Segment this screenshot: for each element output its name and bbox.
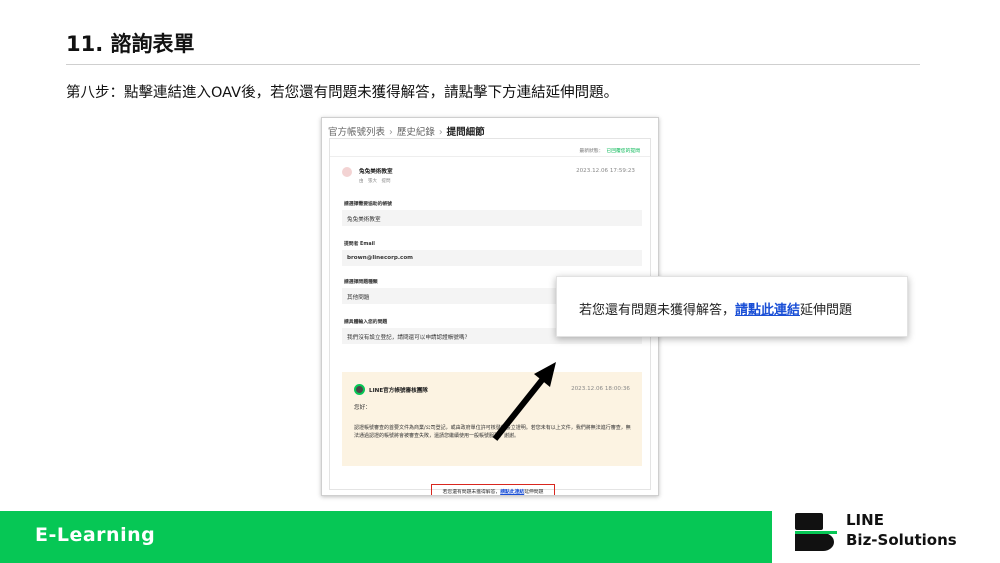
reply-message: LINE官方帳號審核團隊 2023.12.06 18:00:36 您好： 認證帳… [342, 372, 642, 466]
field-value-email: brown@linecorp.com [342, 250, 642, 266]
title-divider [66, 64, 920, 65]
callout-link[interactable]: 請點此連結 [735, 303, 800, 318]
reply-timestamp: 2023.12.06 18:00:36 [571, 386, 630, 392]
sender-meta: 由 張大 提問 [359, 179, 391, 184]
follow-up-link-box: 若您還有問題未獲得解答，請點此連結延伸問題 [431, 484, 555, 495]
breadcrumb-item-current: 提問細節 [446, 127, 485, 138]
breadcrumb: 官方帳號列表 › 歷史紀錄 › 提問細節 [328, 124, 485, 138]
field-label-category: 請選擇問題種類 [344, 280, 378, 285]
breadcrumb-item-accounts[interactable]: 官方帳號列表 [328, 127, 385, 138]
field-label-email: 提問者 Email [344, 242, 375, 247]
brand-name: LINE Biz-Solutions [846, 510, 957, 550]
callout-box: 若您還有問題未獲得解答，請點此連結延伸問題 [556, 276, 908, 337]
reply-greeting: 您好： [354, 405, 371, 411]
line-biz-logo-icon [795, 513, 837, 551]
follow-up-link[interactable]: 請點此連結 [500, 490, 524, 495]
reply-body: 認證帳號審查的首要文件為商業/公司登記，或由政府單位許可核發的設立證明。若您未有… [354, 425, 631, 439]
chevron-right-icon: › [438, 127, 443, 138]
footer-bar: E-Learning [0, 511, 772, 563]
reply-sender-name: LINE官方帳號審核團隊 [369, 388, 428, 394]
step-instruction: 第八步：點擊連結進入OAV後，若您還有問題未獲得解答，請點擊下方連結延伸問題。 [66, 85, 619, 101]
follow-up-suffix: 延伸問題 [524, 490, 544, 495]
status-badge: 已回覆您的提問 [606, 149, 640, 154]
follow-up-prefix: 若您還有問題未獲得解答， [442, 490, 501, 495]
sender-timestamp: 2023.12.06 17:59:23 [576, 168, 635, 174]
sender-name: 兔兔美術教室 [359, 169, 393, 175]
slide-title: 11. 諮詢表單 [66, 32, 195, 56]
callout-prefix: 若您還有問題未獲得解答， [579, 303, 736, 318]
brand-line-2: Biz-Solutions [846, 531, 957, 549]
field-label-account: 請選擇需要協助的帳號 [344, 202, 392, 207]
divider [330, 156, 650, 157]
field-value-account: 兔兔美術教室 [342, 210, 642, 226]
breadcrumb-item-history[interactable]: 歷史紀錄 [397, 127, 435, 138]
brand-line-1: LINE [846, 511, 884, 529]
field-label-question: 請具體輸入您的問題 [344, 320, 388, 325]
status-line: 最新狀態： 已回覆您的提問 [579, 147, 640, 154]
line-logo-icon [354, 384, 365, 395]
chevron-right-icon: › [389, 127, 393, 138]
callout-suffix: 延伸問題 [800, 303, 853, 318]
avatar [342, 167, 352, 177]
footer-label: E-Learning [35, 524, 156, 546]
status-label: 最新狀態： [579, 149, 604, 154]
